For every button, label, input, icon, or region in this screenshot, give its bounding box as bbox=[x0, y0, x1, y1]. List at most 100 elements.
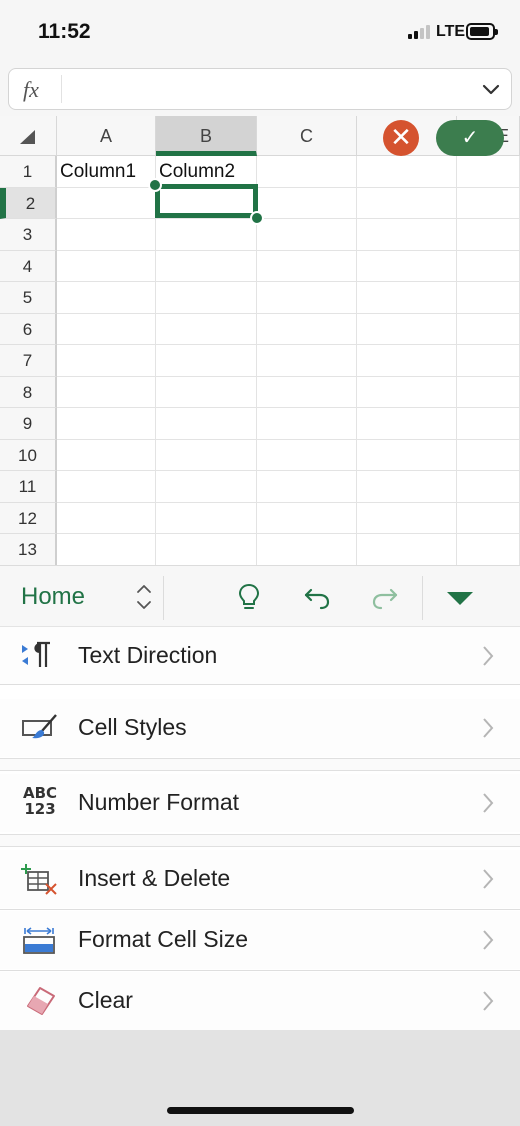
fx-icon[interactable]: fx bbox=[23, 77, 39, 103]
selection-handle-bottom-right[interactable] bbox=[250, 211, 264, 225]
grid-cell[interactable] bbox=[57, 313, 156, 345]
row-header-6[interactable]: 6 bbox=[0, 313, 57, 345]
grid-cell[interactable] bbox=[457, 345, 520, 377]
cancel-edit-button[interactable]: ✕ bbox=[383, 120, 419, 156]
grid-cell[interactable] bbox=[457, 282, 520, 314]
grid-cell[interactable] bbox=[357, 345, 457, 377]
grid-cell[interactable] bbox=[457, 313, 520, 345]
row-header-11[interactable]: 11 bbox=[0, 471, 57, 503]
menu-item-clear[interactable]: Clear bbox=[0, 972, 520, 1030]
formula-input[interactable] bbox=[69, 77, 469, 103]
grid-cell[interactable] bbox=[257, 156, 357, 188]
home-indicator[interactable] bbox=[167, 1107, 354, 1114]
grid-cell[interactable] bbox=[257, 439, 357, 471]
grid-cell[interactable] bbox=[357, 376, 457, 408]
grid-cell[interactable] bbox=[257, 534, 357, 565]
select-all-corner[interactable] bbox=[0, 116, 57, 156]
grid-cell[interactable] bbox=[156, 534, 257, 565]
menu-item-cell-styles[interactable]: Cell Styles bbox=[0, 699, 520, 757]
grid-cell[interactable] bbox=[57, 502, 156, 534]
grid-cell[interactable] bbox=[156, 313, 257, 345]
grid-cell[interactable] bbox=[156, 219, 257, 251]
undo-icon[interactable] bbox=[302, 582, 332, 612]
menu-item-format-cell-size[interactable]: Format Cell Size bbox=[0, 911, 520, 969]
row-header-10[interactable]: 10 bbox=[0, 439, 57, 471]
grid-cell[interactable] bbox=[457, 156, 520, 188]
row-header-1[interactable]: 1 bbox=[0, 156, 57, 188]
row-header-5[interactable]: 5 bbox=[0, 282, 57, 314]
grid-cell[interactable] bbox=[57, 534, 156, 565]
grid-cell[interactable] bbox=[357, 534, 457, 565]
row-header-9[interactable]: 9 bbox=[0, 408, 57, 440]
row-header-2[interactable]: 2 bbox=[0, 187, 57, 219]
tab-switcher-icon[interactable] bbox=[134, 581, 154, 613]
menu-item-text-direction[interactable]: Text Direction bbox=[0, 627, 520, 685]
grid-cell[interactable] bbox=[357, 250, 457, 282]
column-header-b[interactable]: B bbox=[156, 116, 257, 156]
lightbulb-icon[interactable] bbox=[234, 582, 264, 612]
grid-cell[interactable] bbox=[357, 439, 457, 471]
ribbon-tab-home[interactable]: Home bbox=[21, 583, 85, 611]
grid-cell[interactable] bbox=[357, 156, 457, 188]
chevron-down-icon[interactable] bbox=[479, 77, 503, 101]
redo-icon[interactable] bbox=[370, 582, 400, 612]
grid-cell[interactable] bbox=[357, 282, 457, 314]
grid-cell[interactable] bbox=[357, 313, 457, 345]
grid-cell[interactable] bbox=[57, 376, 156, 408]
menu-item-insert-delete[interactable]: Insert & Delete bbox=[0, 850, 520, 908]
row-header-4[interactable]: 4 bbox=[0, 250, 57, 282]
grid-cell[interactable] bbox=[257, 313, 357, 345]
row-header-13[interactable]: 13 bbox=[0, 534, 57, 565]
grid-cell[interactable] bbox=[156, 408, 257, 440]
column-header-a[interactable]: A bbox=[57, 116, 156, 156]
grid-cell[interactable] bbox=[57, 345, 156, 377]
grid-cell[interactable] bbox=[457, 408, 520, 440]
grid-cell[interactable] bbox=[357, 219, 457, 251]
grid-cell[interactable] bbox=[156, 282, 257, 314]
grid-cell[interactable] bbox=[156, 439, 257, 471]
grid-cell[interactable] bbox=[457, 439, 520, 471]
grid-cell[interactable] bbox=[57, 408, 156, 440]
grid-cell[interactable] bbox=[156, 250, 257, 282]
grid-cell[interactable] bbox=[257, 408, 357, 440]
grid-cell[interactable] bbox=[457, 502, 520, 534]
grid-cell[interactable] bbox=[57, 282, 156, 314]
row-header-7[interactable]: 7 bbox=[0, 345, 57, 377]
grid-cell[interactable] bbox=[156, 502, 257, 534]
grid-cell[interactable] bbox=[57, 219, 156, 251]
grid-cell[interactable] bbox=[257, 250, 357, 282]
grid-cell[interactable] bbox=[457, 219, 520, 251]
grid-cell[interactable] bbox=[57, 439, 156, 471]
grid-cell[interactable] bbox=[457, 471, 520, 503]
grid-cell[interactable] bbox=[357, 471, 457, 503]
selected-cell-b2[interactable] bbox=[155, 184, 258, 218]
grid-cell[interactable] bbox=[457, 376, 520, 408]
grid-cell[interactable] bbox=[457, 250, 520, 282]
collapse-ribbon-icon[interactable] bbox=[445, 582, 475, 612]
grid-cell[interactable] bbox=[156, 345, 257, 377]
grid-cell[interactable] bbox=[257, 376, 357, 408]
confirm-edit-button[interactable]: ✓ bbox=[436, 120, 504, 156]
grid-cell[interactable] bbox=[457, 187, 520, 219]
cell-a1[interactable]: Column1 bbox=[57, 156, 156, 188]
grid-cell[interactable] bbox=[357, 408, 457, 440]
grid-cell[interactable] bbox=[357, 187, 457, 219]
grid-cell[interactable] bbox=[257, 219, 357, 251]
cell-b1[interactable]: Column2 bbox=[156, 156, 257, 188]
grid-cell[interactable] bbox=[257, 187, 357, 219]
row-header-12[interactable]: 12 bbox=[0, 502, 57, 534]
grid-cell[interactable] bbox=[357, 502, 457, 534]
grid-cell[interactable] bbox=[457, 534, 520, 565]
grid-cell[interactable] bbox=[257, 471, 357, 503]
grid-cell[interactable] bbox=[257, 282, 357, 314]
spreadsheet-grid[interactable]: A B C E 1 2 3 4 5 6 7 8 9 10 11 12 13 Co… bbox=[0, 116, 520, 565]
grid-cell[interactable] bbox=[156, 471, 257, 503]
row-header-8[interactable]: 8 bbox=[0, 376, 57, 408]
grid-cell[interactable] bbox=[57, 250, 156, 282]
grid-cell[interactable] bbox=[57, 471, 156, 503]
selection-handle-top-left[interactable] bbox=[148, 178, 162, 192]
row-header-3[interactable]: 3 bbox=[0, 219, 57, 251]
grid-cell[interactable] bbox=[257, 345, 357, 377]
menu-item-number-format[interactable]: ABC 123 Number Format bbox=[0, 774, 520, 832]
column-header-c[interactable]: C bbox=[257, 116, 357, 156]
